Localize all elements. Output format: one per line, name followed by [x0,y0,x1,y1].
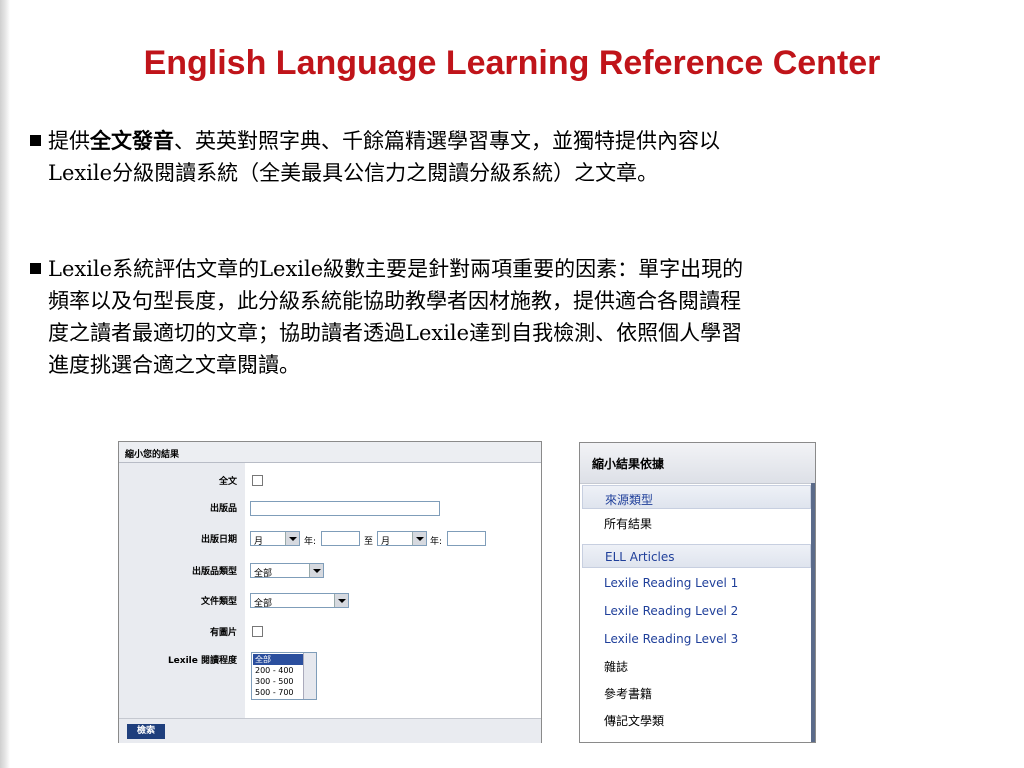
bullet-1-line-1: 提供全文發音、英英對照字典、千餘篇精選學習專文，並獨特提供內容以 [30,125,990,157]
refine-header-label: 縮小結果依據 [592,457,665,471]
lexile-option[interactable]: 500 - 700 [253,687,306,698]
chevron-down-icon [309,564,323,577]
bullet-2-line-4: 進度挑選合適之文章閱讀。 [48,353,300,377]
pubtype-select[interactable]: 全部 [250,563,324,579]
chevron-down-icon [334,594,348,607]
all-results-link[interactable]: 所有結果 [604,515,652,532]
reference-books-link[interactable]: 參考書籍 [604,685,652,702]
lexile-option[interactable]: 300 - 500 [253,676,306,687]
lexile-level-1-link[interactable]: Lexile Reading Level 1 [604,576,738,590]
fulltext-checkbox[interactable] [252,475,263,486]
bullet-1: 提供全文發音、英英對照字典、千餘篇精選學習專文，並獨特提供內容以 Lexile分… [30,125,990,189]
doctype-label: 文件類型 [200,597,237,607]
lexile-listbox[interactable]: 全部 200 - 400 300 - 500 500 - 700 [251,652,317,700]
lexile-level-2-link[interactable]: Lexile Reading Level 2 [604,604,738,618]
bullet-1-text-a: 提供 [48,129,90,153]
refine-results-panel: 縮小結果依據 來源類型 所有結果 ELL Articles Lexile Rea… [579,442,816,743]
year-label: 年: [304,537,317,547]
doctype-select[interactable]: 全部 [250,593,349,609]
bullet-2: Lexile系統評估文章的Lexile級數主要是針對兩項重要的因素：單字出現的 … [30,253,990,381]
pubtype-label: 出版品類型 [191,567,237,577]
doctype-value: 全部 [254,599,273,609]
images-label: 有圖片 [209,628,237,638]
lexile-option[interactable]: 200 - 400 [253,665,306,676]
publication-input[interactable] [250,501,440,516]
year-to-input[interactable] [447,531,486,546]
bullet-2-line-3: 度之讀者最適切的文章；協助讀者透過Lexile達到自我檢測、依照個人學習 [48,321,743,345]
form-header: 縮小您的結果 [119,442,541,463]
fulltext-label: 全文 [218,477,237,487]
section-source-label: 來源類型 [605,493,654,507]
month-from-select[interactable]: 月 [250,531,300,547]
left-border-decoration [0,0,10,768]
year-label-2: 年: [430,537,443,547]
bullet-1-text-b: 、英英對照字典、千餘篇精選學習專文，並獨特提供內容以 [174,129,720,153]
section-source-type[interactable]: 來源類型 [582,485,811,509]
month-from-value: 月 [254,537,264,547]
form-labels-column: 全文 出版品 出版日期 出版品類型 文件類型 有圖片 Lexile 閱讀程度 [119,463,245,718]
lexile-level-3-link[interactable]: Lexile Reading Level 3 [604,632,738,646]
narrow-results-form: 縮小您的結果 全文 出版品 出版日期 出版品類型 文件類型 有圖片 Lexile… [118,441,542,743]
refine-header: 縮小結果依據 [580,443,815,484]
bullet-2-line-2: 頻率以及句型長度，此分級系統能協助教學者因材施教，提供適合各閱讀程 [48,289,741,313]
square-bullet-icon [30,135,41,146]
month-to-select[interactable]: 月 [377,531,427,547]
section-ell-label: ELL Articles [605,550,675,564]
square-bullet-icon [30,263,41,274]
lexile-label: Lexile 閱讀程度 [167,656,237,666]
bullet-1-bold: 全文發音 [90,128,174,153]
images-checkbox[interactable] [252,626,263,637]
publication-label: 出版品 [209,504,237,514]
biographies-link[interactable]: 傳記文學類 [604,712,664,729]
listbox-scrollbar[interactable] [303,653,316,699]
bullet-2-line-1: Lexile系統評估文章的Lexile級數主要是針對兩項重要的因素：單字出現的 [30,253,990,285]
form-footer: 檢索 [119,718,541,743]
form-header-label: 縮小您的結果 [125,450,180,460]
to-label: 至 [364,537,374,547]
search-button[interactable]: 檢索 [127,724,165,739]
pubtype-value: 全部 [254,569,273,579]
magazines-link[interactable]: 雜誌 [604,658,628,675]
panel-scrollbar[interactable] [811,483,815,742]
month-to-value: 月 [381,537,391,547]
section-ell-articles[interactable]: ELL Articles [582,544,811,568]
bullet-2-text-a: Lexile系統評估文章的Lexile級數主要是針對兩項重要的因素：單字出現的 [48,257,744,281]
slide-title: English Language Learning Reference Cent… [143,44,881,82]
pubdate-label: 出版日期 [200,535,237,545]
bullet-1-line-2: Lexile分級閱讀系統（全美最具公信力之閱讀分級系統）之文章。 [48,161,659,185]
chevron-down-icon [285,532,299,545]
year-from-input[interactable] [321,531,360,546]
chevron-down-icon [412,532,426,545]
lexile-option[interactable]: 全部 [253,654,306,665]
